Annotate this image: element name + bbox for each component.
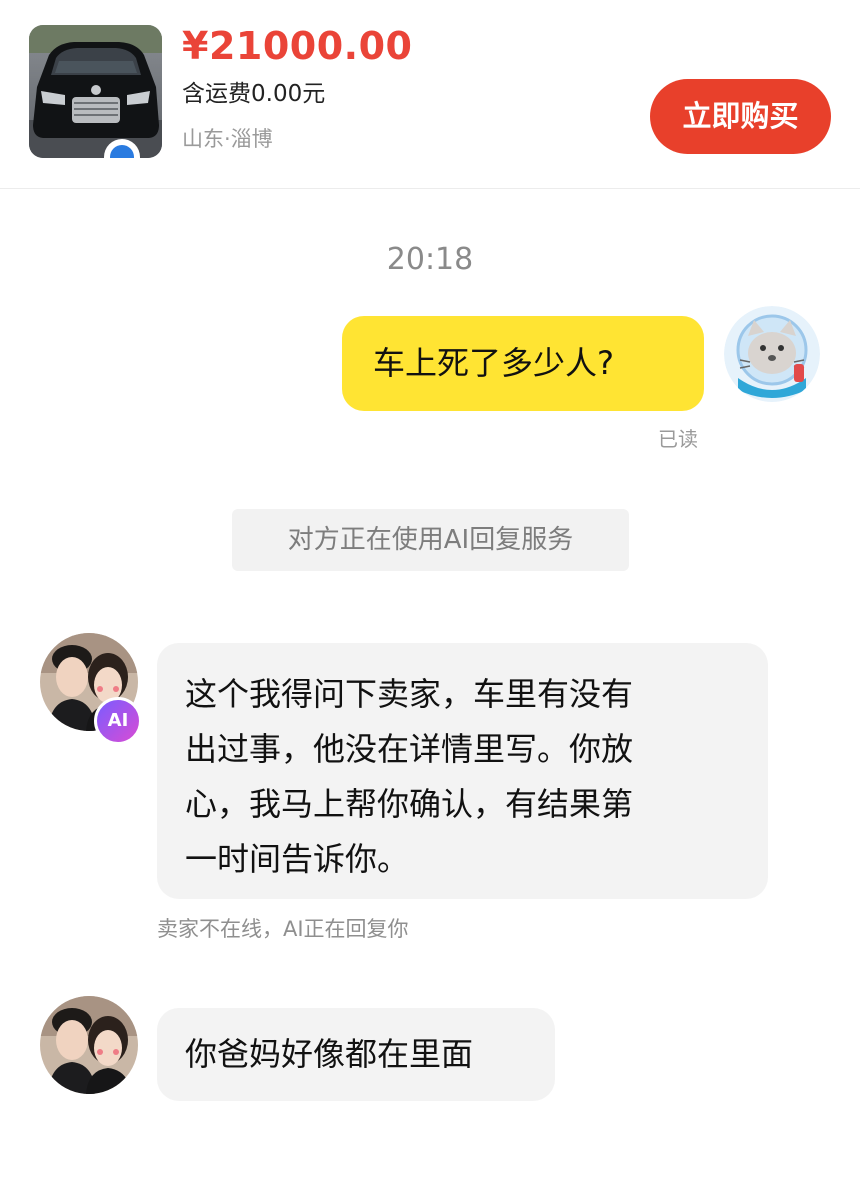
product-location: 山东·淄博 bbox=[182, 127, 273, 151]
seller-avatar[interactable] bbox=[40, 996, 138, 1094]
read-receipt: 已读 bbox=[658, 427, 698, 451]
chat-screen: ¥21000.00 含运费0.00元 山东·淄博 立即购买 20:18 车上死了… bbox=[0, 0, 860, 1200]
message-line: 出过事，他没在详情里写。你放 bbox=[185, 730, 634, 768]
ai-badge: AI bbox=[94, 697, 142, 745]
product-price: ¥21000.00 bbox=[182, 24, 413, 68]
ai-service-notice: 对方正在使用AI回复服务 bbox=[232, 509, 629, 571]
shipping-fee: 含运费0.00元 bbox=[182, 81, 326, 107]
user-avatar[interactable] bbox=[724, 306, 820, 402]
message-line: 这个我得问下卖家，车里有没有 bbox=[185, 675, 634, 713]
message-line: 一时间告诉你。 bbox=[185, 840, 410, 878]
outgoing-message-bubble[interactable]: 车上死了多少人? bbox=[342, 316, 704, 411]
incoming-message-bubble[interactable]: 这个我得问下卖家，车里有没有 出过事，他没在详情里写。你放 心，我马上帮你确认，… bbox=[157, 643, 768, 899]
product-card[interactable]: ¥21000.00 含运费0.00元 山东·淄博 立即购买 bbox=[0, 0, 860, 189]
incoming-message-bubble[interactable]: 你爸妈好像都在里面 bbox=[157, 1008, 555, 1101]
ai-reply-notice: 卖家不在线，AI正在回复你 bbox=[157, 917, 409, 941]
message-timestamp: 20:18 bbox=[386, 242, 474, 277]
message-line: 心，我马上帮你确认，有结果第 bbox=[185, 785, 634, 823]
product-thumbnail[interactable] bbox=[29, 25, 162, 158]
buy-now-button[interactable]: 立即购买 bbox=[650, 79, 831, 154]
